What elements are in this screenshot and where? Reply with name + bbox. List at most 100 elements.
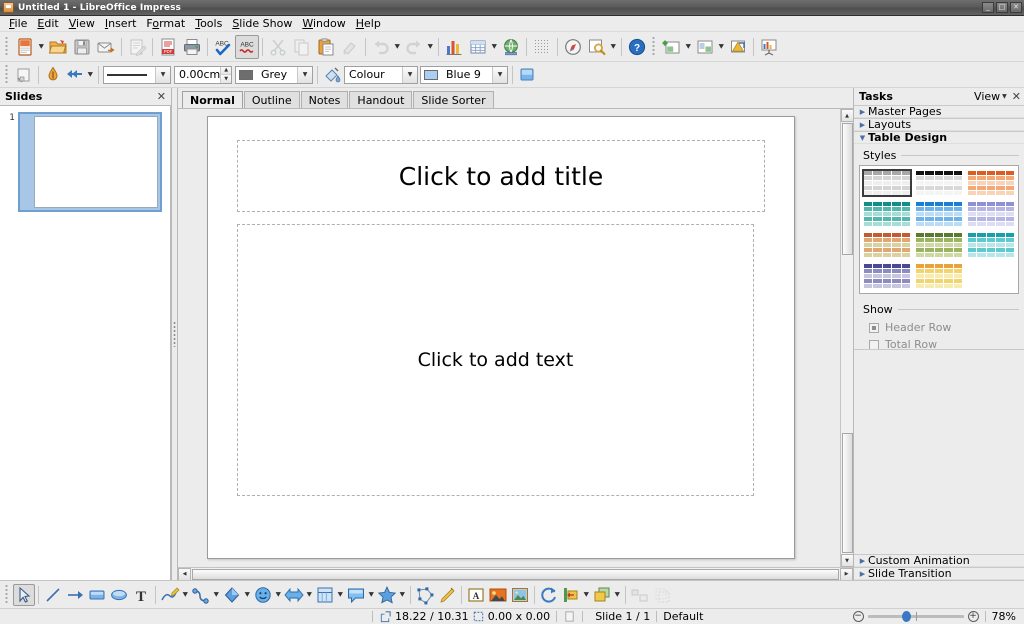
- rotate-button[interactable]: [538, 584, 560, 606]
- points-button[interactable]: [414, 584, 436, 606]
- insert-image-button[interactable]: [487, 584, 509, 606]
- vertical-scroll-thumb[interactable]: [842, 123, 853, 255]
- menu-format[interactable]: Format: [141, 16, 190, 31]
- basic-shapes-dropdown-icon[interactable]: [243, 584, 252, 606]
- glue-points-button[interactable]: [436, 584, 458, 606]
- hyperlink-button[interactable]: [499, 35, 523, 59]
- paste-button[interactable]: [314, 35, 338, 59]
- fill-color-dropdown-icon[interactable]: [492, 67, 507, 83]
- fill-style-dropdown-icon[interactable]: [402, 67, 417, 83]
- horizontal-scrollbar[interactable]: ◀ ▶: [178, 567, 853, 580]
- insert-chart-button[interactable]: [442, 35, 466, 59]
- insert-table-button[interactable]: [466, 35, 490, 59]
- table-styles-grid[interactable]: [859, 165, 1019, 294]
- shadow-toggle-button[interactable]: [651, 584, 673, 606]
- align-button[interactable]: [560, 584, 582, 606]
- tab-handout[interactable]: Handout: [349, 91, 412, 108]
- close-button[interactable]: ✕: [1010, 2, 1022, 13]
- arrange-button[interactable]: [591, 584, 613, 606]
- table-style-black[interactable]: [915, 170, 963, 196]
- display-grid-button[interactable]: [530, 35, 554, 59]
- curve-tool-button[interactable]: [159, 584, 181, 606]
- toolbar-grip[interactable]: [4, 37, 11, 57]
- line-color-combo[interactable]: Grey: [235, 66, 313, 84]
- line-style-combo[interactable]: [103, 66, 171, 84]
- table-style-teal[interactable]: [863, 201, 911, 227]
- scroll-up-button[interactable]: ▲: [841, 109, 854, 122]
- title-placeholder[interactable]: Click to add title: [237, 140, 765, 212]
- area-style-button[interactable]: [321, 64, 343, 86]
- flowchart-shapes-button[interactable]: [314, 584, 336, 606]
- tasks-section-custom-animation[interactable]: ▶ Custom Animation: [854, 554, 1024, 567]
- toolbar-grip[interactable]: [651, 37, 658, 57]
- email-document-button[interactable]: [94, 35, 118, 59]
- slides-list[interactable]: 1: [0, 105, 171, 580]
- clone-formatting-button[interactable]: [338, 35, 362, 59]
- line-width-value[interactable]: 0.00cm: [175, 68, 220, 81]
- insert-table-dropdown-icon[interactable]: [490, 36, 499, 58]
- ink-pen-button[interactable]: [42, 64, 64, 86]
- redo-button[interactable]: [402, 35, 426, 59]
- block-arrows-dropdown-icon[interactable]: [305, 584, 314, 606]
- arrow-style-dropdown-icon[interactable]: [86, 64, 95, 86]
- menu-slide-show[interactable]: Slide Show: [227, 16, 297, 31]
- slide-canvas[interactable]: Click to add title Click to add text: [178, 109, 840, 567]
- tasks-section-layouts[interactable]: ▶ Layouts: [854, 118, 1024, 131]
- undo-button[interactable]: [369, 35, 393, 59]
- undo-dropdown-icon[interactable]: [393, 36, 402, 58]
- align-dropdown-icon[interactable]: [582, 584, 591, 606]
- menu-file[interactable]: File: [4, 16, 32, 31]
- stars-dropdown-icon[interactable]: [398, 584, 407, 606]
- new-slide-dropdown-icon[interactable]: [684, 36, 693, 58]
- checkbox-checked-icon[interactable]: [869, 323, 879, 333]
- new-slide-button[interactable]: [660, 35, 684, 59]
- new-document-dropdown-icon[interactable]: [37, 36, 46, 58]
- table-style-lavender[interactable]: [967, 201, 1015, 227]
- curve-dropdown-icon[interactable]: [181, 584, 190, 606]
- navigator-button[interactable]: [561, 35, 585, 59]
- zoom-in-button[interactable]: +: [968, 611, 979, 622]
- slides-panel-close-icon[interactable]: ✕: [155, 90, 168, 103]
- line-width-stepper[interactable]: ▲ ▼: [220, 67, 231, 83]
- line-corner-button[interactable]: [13, 64, 35, 86]
- content-placeholder[interactable]: Click to add text: [237, 224, 754, 496]
- cut-button[interactable]: [266, 35, 290, 59]
- line-tool-button[interactable]: [42, 584, 64, 606]
- spelling-button[interactable]: ABC: [211, 35, 235, 59]
- stars-shapes-button[interactable]: [376, 584, 398, 606]
- document-modified-icon[interactable]: [563, 610, 576, 623]
- zoom-slider-knob[interactable]: [902, 611, 911, 622]
- checkbox-header-row[interactable]: Header Row: [859, 319, 1019, 336]
- table-style-green[interactable]: [915, 232, 963, 258]
- symbol-shapes-dropdown-icon[interactable]: [274, 584, 283, 606]
- basic-shapes-button[interactable]: [221, 584, 243, 606]
- select-tool-button[interactable]: [13, 584, 35, 606]
- menu-insert[interactable]: Insert: [100, 16, 142, 31]
- zoom-slider-track[interactable]: [868, 615, 964, 618]
- menu-tools[interactable]: Tools: [190, 16, 227, 31]
- new-document-button[interactable]: [13, 35, 37, 59]
- checkbox-unchecked-icon[interactable]: [869, 340, 879, 350]
- edit-mode-button[interactable]: [125, 35, 149, 59]
- table-style-blue[interactable]: [915, 201, 963, 227]
- fill-color-combo[interactable]: Blue 9: [420, 66, 508, 84]
- export-pdf-button[interactable]: PDF: [156, 35, 180, 59]
- zoom-out-button[interactable]: −: [853, 611, 864, 622]
- fill-style-combo[interactable]: Colour: [344, 66, 418, 84]
- scroll-down-button[interactable]: ▼: [841, 554, 854, 567]
- table-style-orange[interactable]: [967, 170, 1015, 196]
- slide-thumbnail-1[interactable]: [18, 112, 162, 212]
- minimize-button[interactable]: _: [982, 2, 994, 13]
- menu-edit[interactable]: Edit: [32, 16, 63, 31]
- master-slide-button[interactable]: [726, 35, 750, 59]
- maximize-button[interactable]: □: [996, 2, 1008, 13]
- arrange-dropdown-icon[interactable]: [613, 584, 622, 606]
- vertical-scrollbar[interactable]: ▲ ▼: [840, 109, 853, 567]
- slide-layout-dropdown-icon[interactable]: [717, 36, 726, 58]
- fontwork-button[interactable]: A: [465, 584, 487, 606]
- slide-page[interactable]: Click to add title Click to add text: [207, 116, 795, 559]
- table-style-indigo[interactable]: [863, 263, 911, 289]
- redo-dropdown-icon[interactable]: [426, 36, 435, 58]
- arrow-tool-button[interactable]: [64, 584, 86, 606]
- shadow-button[interactable]: [516, 64, 538, 86]
